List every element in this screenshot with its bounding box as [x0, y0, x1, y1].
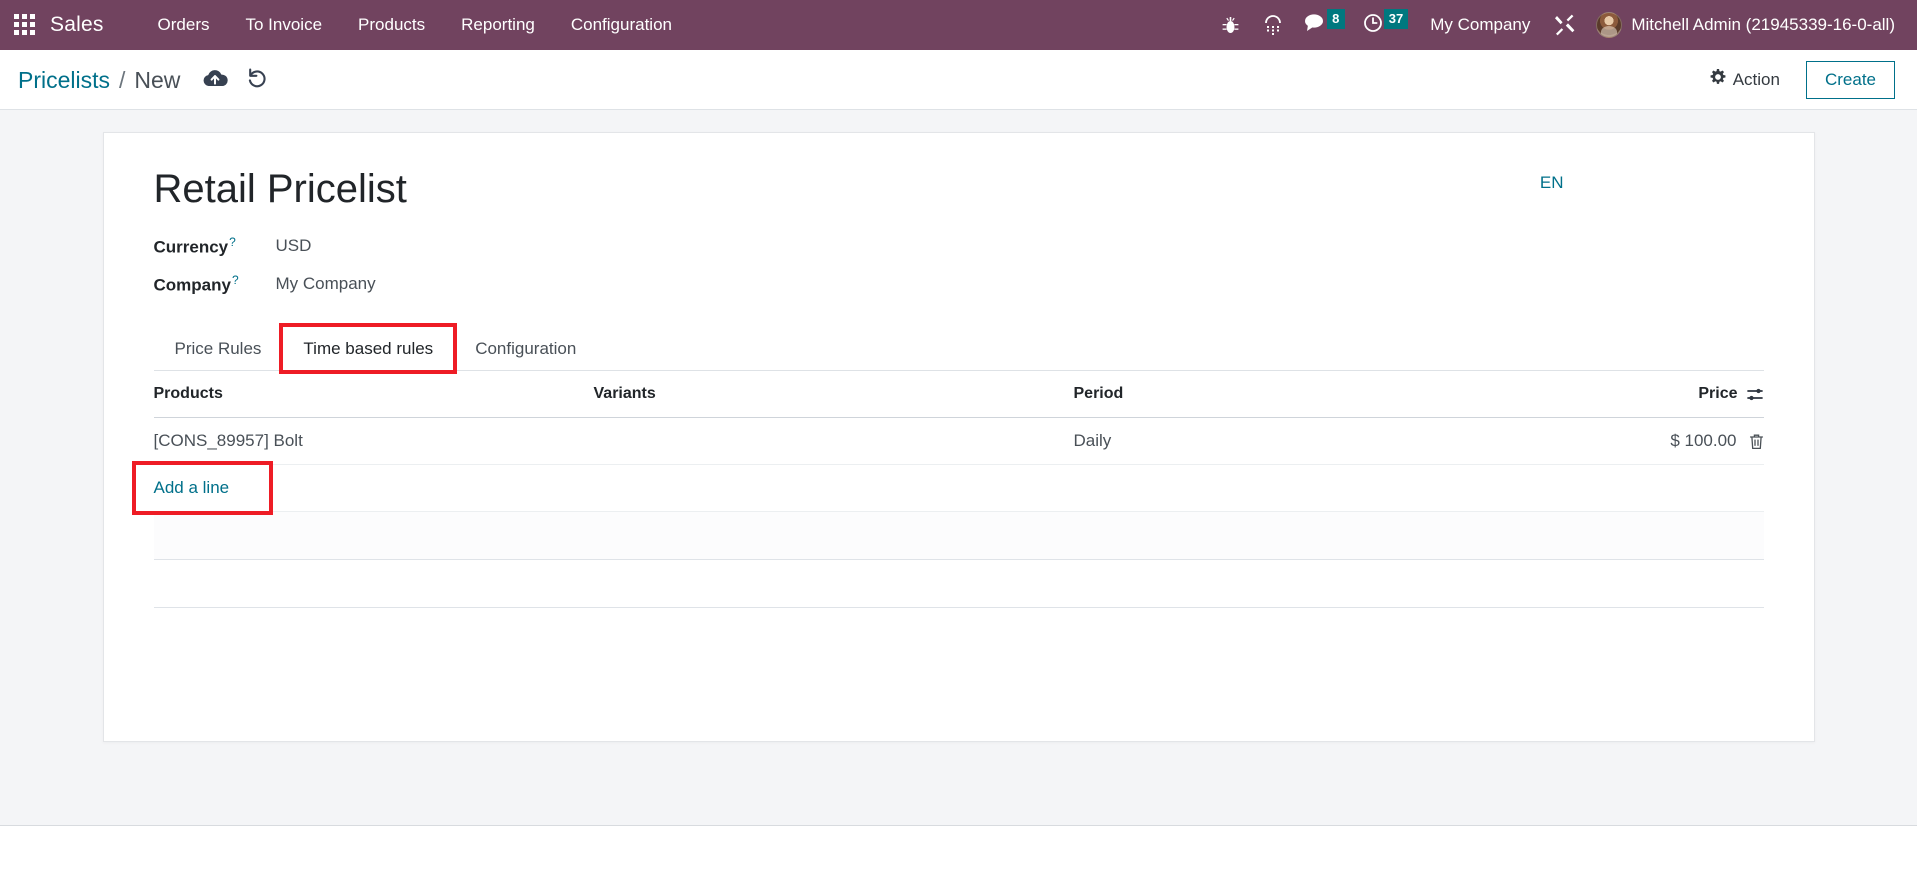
- gear-icon: [1710, 69, 1726, 90]
- messages-badge-count: 8: [1326, 9, 1345, 29]
- top-navbar: Sales Orders To Invoice Products Reporti…: [0, 0, 1917, 50]
- sliders-settings-icon[interactable]: [1746, 387, 1764, 402]
- tab-configuration[interactable]: Configuration: [454, 326, 597, 371]
- user-name-label: Mitchell Admin (21945339-16-0-all): [1631, 15, 1895, 34]
- column-header-price-label: Price: [1698, 385, 1738, 403]
- messages-counter[interactable]: 8: [1294, 0, 1353, 50]
- field-label-currency-text: Currency: [153, 237, 229, 257]
- page-body: EN Retail Pricelist Currency? USD Compan…: [0, 110, 1917, 825]
- cell-price[interactable]: $ 100.00: [1543, 417, 1764, 466]
- cell-products[interactable]: [CONS_89957] Bolt: [153, 417, 594, 466]
- column-header-variants[interactable]: Variants: [593, 371, 1074, 419]
- record-save-discard-actions: [202, 67, 268, 89]
- table-filler-cell-1: [153, 511, 1764, 561]
- sheet-tail-space: [153, 608, 1764, 697]
- action-button[interactable]: Action: [1710, 69, 1780, 90]
- navbar-right-zone: 8 37 My Company Mitchell Admin (21945339…: [1210, 0, 1899, 50]
- language-badge[interactable]: EN: [1540, 173, 1564, 193]
- field-label-company: Company?: [154, 273, 276, 296]
- column-header-period[interactable]: Period: [1073, 371, 1544, 419]
- table-filler-cell-2: [153, 559, 1764, 609]
- breadcrumb-link-pricelists[interactable]: Pricelists: [18, 69, 110, 92]
- pricelist-items-table: Products Variants Period Price [CONS_899…: [131, 371, 1764, 609]
- table-row[interactable]: [CONS_89957] Bolt Daily $ 100.00: [153, 417, 1764, 466]
- breadcrumb-current-new: New: [134, 67, 181, 93]
- bug-icon[interactable]: [1210, 0, 1252, 50]
- table-header-row: Products Variants Period Price: [153, 371, 1764, 419]
- breadcrumb: Pricelists / New: [18, 67, 268, 92]
- control-panel-right: Action Create: [1710, 60, 1895, 99]
- table-filler-row-1: [153, 511, 1764, 561]
- cell-variants[interactable]: [593, 417, 1074, 466]
- user-menu[interactable]: Mitchell Admin (21945339-16-0-all): [1586, 12, 1899, 38]
- table-head: Products Variants Period Price: [153, 371, 1764, 419]
- main-menu: Orders To Invoice Products Reporting Con…: [140, 0, 690, 50]
- form-sheet-inner: EN Retail Pricelist Currency? USD Compan…: [104, 133, 1814, 375]
- record-title[interactable]: Retail Pricelist: [154, 165, 1764, 213]
- clock-icon: [1363, 13, 1383, 38]
- add-line-highlight-box: Add a line: [131, 461, 274, 516]
- field-label-company-text: Company: [153, 275, 231, 295]
- action-button-label: Action: [1732, 69, 1780, 89]
- add-line-row: Add a line: [131, 461, 1764, 516]
- control-panel: Pricelists / New Action Create: [0, 50, 1917, 110]
- activities-counter[interactable]: 37: [1353, 0, 1416, 50]
- field-help-currency[interactable]: ?: [229, 235, 236, 249]
- tab-time-based-rules[interactable]: Time based rules: [279, 323, 458, 375]
- tab-panel-time-based-rules: Products Variants Period Price [CONS_899…: [104, 371, 1814, 697]
- wrench-screwdriver-icon[interactable]: [1544, 0, 1586, 50]
- phone-keypad-icon[interactable]: [1252, 0, 1294, 50]
- notebook-tab-strip: Price Rules Time based rules Configurati…: [153, 323, 1764, 375]
- add-a-line-button[interactable]: Add a line: [154, 465, 252, 511]
- chat-bubble-icon: [1304, 13, 1326, 37]
- menu-item-configuration[interactable]: Configuration: [553, 0, 690, 50]
- company-switcher[interactable]: My Company: [1416, 15, 1544, 35]
- apps-grid-icon[interactable]: [14, 14, 36, 36]
- cell-price-value: $ 100.00: [1670, 431, 1737, 451]
- menu-item-orders[interactable]: Orders: [140, 0, 228, 50]
- column-header-price[interactable]: Price: [1543, 371, 1764, 419]
- tab-price-rules[interactable]: Price Rules: [154, 326, 283, 371]
- field-value-currency[interactable]: USD: [276, 236, 312, 256]
- form-sheet: EN Retail Pricelist Currency? USD Compan…: [102, 132, 1815, 742]
- field-value-company[interactable]: My Company: [276, 274, 376, 294]
- below-sheet-space: [0, 742, 1917, 782]
- table-body: [CONS_89957] Bolt Daily $ 100.00 Add a l…: [131, 417, 1764, 609]
- field-label-currency: Currency?: [154, 235, 276, 258]
- page-bottom-area: [0, 825, 1917, 869]
- app-brand-sales[interactable]: Sales: [50, 13, 104, 37]
- menu-item-reporting[interactable]: Reporting: [443, 0, 553, 50]
- undo-rotate-left-icon[interactable]: [246, 67, 268, 89]
- user-avatar: [1596, 12, 1623, 38]
- activities-badge-count: 37: [1383, 9, 1409, 29]
- column-header-products[interactable]: Products: [153, 371, 594, 419]
- table-filler-row-2: [153, 559, 1764, 609]
- add-line-cell: Add a line: [131, 461, 1764, 516]
- notebook: Price Rules Time based rules Configurati…: [153, 323, 1764, 375]
- cloud-upload-icon[interactable]: [202, 68, 229, 88]
- create-button[interactable]: Create: [1805, 60, 1895, 99]
- trash-icon[interactable]: [1749, 433, 1764, 450]
- menu-item-products[interactable]: Products: [340, 0, 443, 50]
- field-help-company[interactable]: ?: [232, 273, 239, 287]
- field-row-company: Company? My Company: [154, 273, 1764, 296]
- menu-item-to-invoice[interactable]: To Invoice: [228, 0, 341, 50]
- breadcrumb-separator: /: [119, 67, 126, 93]
- field-row-currency: Currency? USD: [154, 235, 1764, 258]
- cell-period[interactable]: Daily: [1073, 417, 1544, 466]
